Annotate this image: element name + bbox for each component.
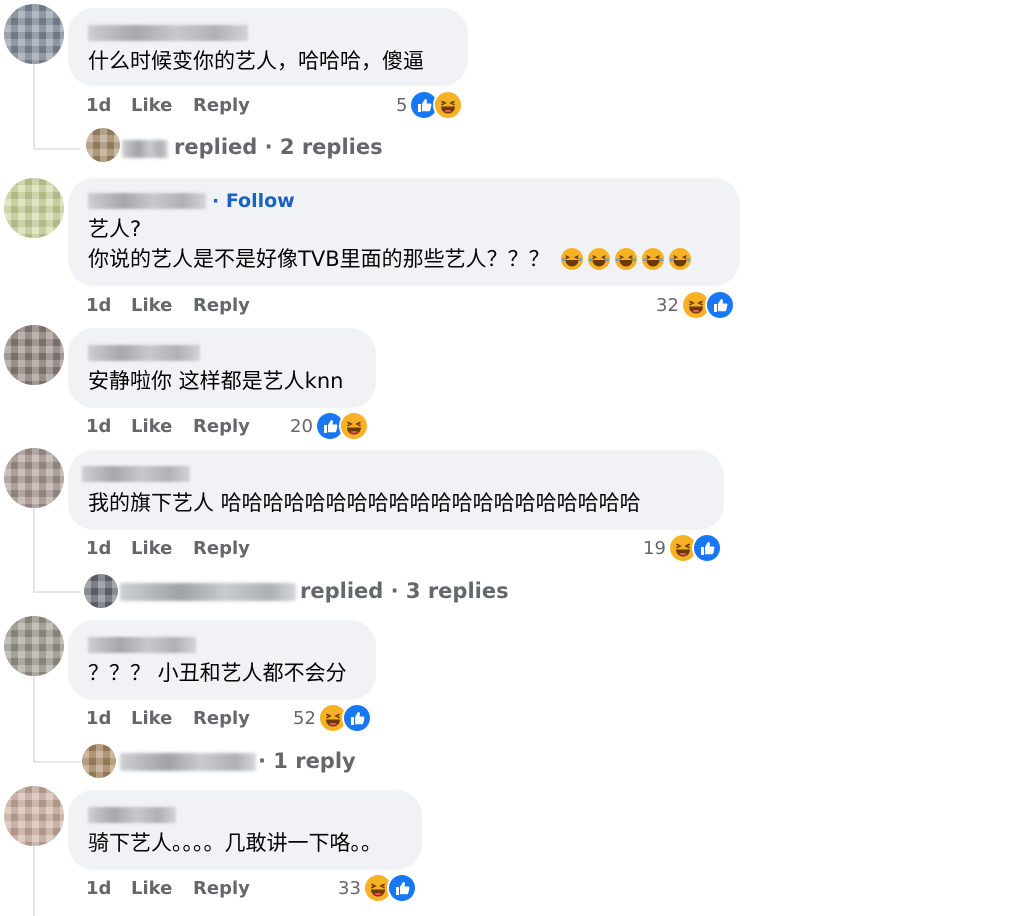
comment-bubble: 什么时候变你的艺人，哈哈哈，傻逼: [68, 8, 468, 86]
commenter-name[interactable]: [88, 345, 200, 361]
thread-line: [33, 761, 81, 763]
reaction-count: 20: [290, 415, 313, 437]
reply-button[interactable]: Reply: [193, 295, 250, 316]
comment-text: ？？？ 小丑和艺人都不会分: [88, 661, 347, 685]
like-icon: [386, 873, 417, 903]
reaction-count: 52: [293, 707, 316, 729]
commenter-name[interactable]: [88, 193, 206, 209]
view-replies-link[interactable]: · 1 reply: [258, 749, 356, 773]
comment-line: 艺人?: [88, 217, 142, 241]
commenter-name[interactable]: [88, 25, 248, 41]
reply-button[interactable]: Reply: [193, 878, 250, 899]
like-icon: [341, 703, 372, 733]
comment-bubble: ？？？ 小丑和艺人都不会分: [68, 620, 376, 700]
follow-button[interactable]: · Follow: [212, 190, 295, 212]
like-icon: [691, 533, 722, 563]
reply-button[interactable]: Reply: [193, 708, 250, 729]
reaction-count: 32: [656, 294, 679, 316]
reply-button[interactable]: Reply: [193, 416, 250, 437]
comment-bubble: 安静啦你 这样都是艺人knn: [68, 328, 376, 408]
like-button[interactable]: Like: [131, 295, 172, 316]
commenter-name[interactable]: [88, 637, 196, 653]
avatar[interactable]: [4, 325, 64, 385]
reaction-count: 5: [396, 94, 408, 116]
thread-line: [33, 148, 81, 150]
thread-line: [33, 675, 35, 763]
like-button[interactable]: Like: [131, 95, 172, 116]
reaction-summary[interactable]: 19: [643, 533, 722, 563]
comment-bubble: 骑下艺人。。。。几敢讲一下咯。。: [68, 790, 422, 870]
reply-author-names[interactable]: [120, 583, 296, 601]
comment-bubble: 我的旗下艺人 哈哈哈哈哈哈哈哈哈哈哈哈哈哈哈哈哈哈哈哈: [68, 450, 724, 530]
reaction-count: 33: [338, 877, 361, 899]
avatar[interactable]: [4, 786, 64, 846]
haha-icon: [338, 411, 369, 441]
comment-text: 我的旗下艺人 哈哈哈哈哈哈哈哈哈哈哈哈哈哈哈哈哈哈哈哈: [88, 491, 641, 515]
reply-button[interactable]: Reply: [193, 538, 250, 559]
like-icon: [704, 290, 735, 320]
comment-timestamp[interactable]: 1d: [86, 416, 111, 437]
laugh-cry-emoji: [641, 247, 665, 271]
view-replies-link[interactable]: replied · 3 replies: [300, 579, 509, 603]
reply-avatar[interactable]: [82, 744, 116, 778]
laugh-cry-emoji: [668, 247, 692, 271]
laugh-cry-emoji: [614, 247, 638, 271]
comment-timestamp[interactable]: 1d: [86, 295, 111, 316]
reply-avatar[interactable]: [84, 574, 118, 608]
thread-line: [33, 845, 35, 916]
like-button[interactable]: Like: [131, 416, 172, 437]
comment-line-text: 你说的艺人是不是好像TVB里面的那些艺人？？？: [88, 247, 550, 271]
reaction-summary[interactable]: 5: [396, 90, 464, 120]
comment-text: 艺人? 你说的艺人是不是好像TVB里面的那些艺人？？？: [88, 214, 692, 274]
like-button[interactable]: Like: [131, 878, 172, 899]
like-button[interactable]: Like: [131, 708, 172, 729]
reaction-summary[interactable]: 33: [338, 873, 417, 903]
comment-bubble: · Follow 艺人? 你说的艺人是不是好像TVB里面的那些艺人？？？: [68, 178, 740, 286]
reaction-summary[interactable]: 20: [290, 411, 369, 441]
comment-timestamp[interactable]: 1d: [86, 538, 111, 559]
thread-line: [33, 62, 35, 150]
avatar[interactable]: [4, 4, 64, 64]
comment-timestamp[interactable]: 1d: [86, 708, 111, 729]
thread-line: [33, 505, 35, 593]
reply-avatar[interactable]: [86, 128, 120, 162]
view-replies-link[interactable]: replied · 2 replies: [174, 135, 383, 159]
commenter-name[interactable]: [88, 807, 176, 823]
thread-line: [33, 591, 81, 593]
comment-timestamp[interactable]: 1d: [86, 95, 111, 116]
commenter-name[interactable]: [82, 466, 190, 482]
avatar[interactable]: [4, 616, 64, 676]
comment-line: 你说的艺人是不是好像TVB里面的那些艺人？？？: [88, 244, 692, 274]
comment-text: 安静啦你 这样都是艺人knn: [88, 369, 344, 393]
comment-text: 骑下艺人。。。。几敢讲一下咯。。: [88, 831, 382, 855]
reply-author-names[interactable]: [120, 753, 256, 771]
avatar[interactable]: [4, 448, 64, 508]
reaction-count: 19: [643, 537, 666, 559]
laugh-cry-emoji: [587, 247, 611, 271]
reply-button[interactable]: Reply: [193, 95, 250, 116]
laugh-cry-emoji: [560, 247, 584, 271]
comment-text: 什么时候变你的艺人，哈哈哈，傻逼: [88, 49, 424, 73]
reply-author-names[interactable]: [122, 140, 168, 158]
reaction-summary[interactable]: 32: [656, 290, 735, 320]
reaction-summary[interactable]: 52: [293, 703, 372, 733]
avatar[interactable]: [4, 178, 64, 238]
like-button[interactable]: Like: [131, 538, 172, 559]
haha-icon: [433, 90, 464, 120]
comment-timestamp[interactable]: 1d: [86, 878, 111, 899]
